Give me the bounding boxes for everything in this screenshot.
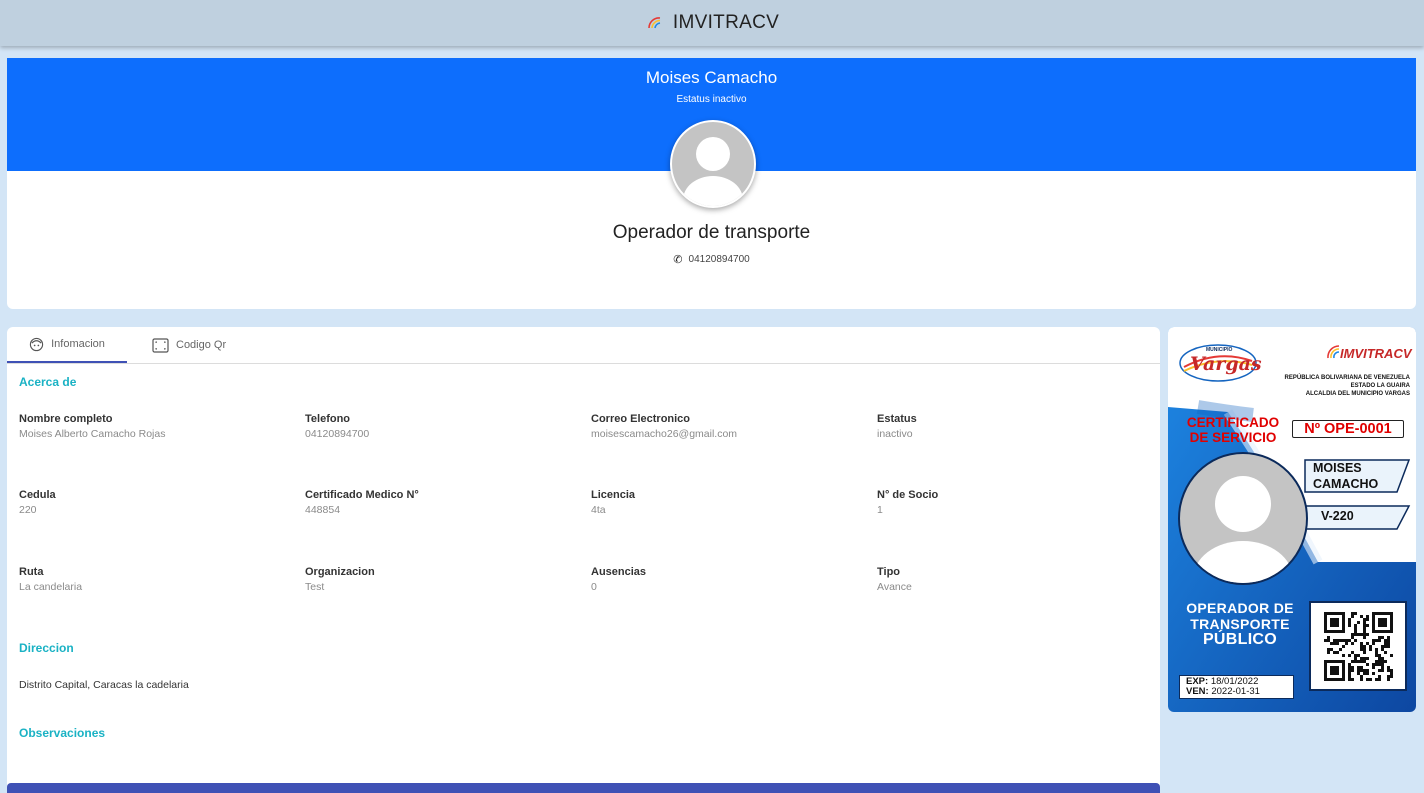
service-certificate-card: MUNICIPIO Vargas IMVITRACV REPÚBLICA BOL… — [1168, 327, 1416, 712]
field-label: Ausencias — [591, 566, 647, 578]
field-value: La candelaria — [19, 581, 83, 593]
card-header-line: ALCALDIA DEL MUNICIPIO VARGAS — [1305, 391, 1410, 397]
field-label: Cedula — [19, 489, 56, 501]
field-nombre-completo: Nombre completo Moises Alberto Camacho R… — [19, 413, 299, 440]
card-role: OPERADOR DE TRANSPORTE PÚBLICO — [1174, 600, 1306, 648]
footer-bar — [7, 783, 1160, 793]
ven-label: VEN: — [1186, 686, 1209, 697]
top-app-bar: IMVITRACV — [0, 0, 1424, 46]
brand-title: IMVITRACV — [672, 12, 780, 33]
section-title-observaciones: Observaciones — [19, 726, 106, 740]
field-label: Tipo — [877, 566, 901, 578]
brand-logo-icon — [645, 16, 663, 30]
tab-codigo-qr[interactable]: Codigo Qr — [152, 327, 242, 363]
field-cedula: Cedula 220 — [19, 489, 299, 516]
profile-phone: 04120894700 — [688, 254, 750, 265]
card-role-line: PÚBLICO — [1202, 631, 1278, 648]
qr-code — [1309, 601, 1407, 691]
field-value: 0 — [591, 581, 597, 593]
card-photo — [1178, 452, 1308, 585]
field-value: 220 — [19, 504, 37, 516]
qr-code-image — [1324, 612, 1393, 681]
tab-informacion[interactable]: Infomacion — [7, 327, 127, 363]
field-label: Estatus — [877, 413, 917, 425]
field-label: Certificado Medico N° — [305, 489, 419, 501]
card-header-line: REPÚBLICA BOLIVARIANA DE VENEZUELA — [1284, 375, 1410, 381]
certificate-title-line: DE SERVICIO — [1189, 430, 1277, 445]
certificate-title-line: CERTIFICADO — [1186, 415, 1280, 430]
phone-icon: ✆ — [673, 254, 683, 266]
field-value: Test — [305, 581, 325, 593]
card-name-line: CAMACHO — [1313, 477, 1379, 491]
field-label: Ruta — [19, 566, 44, 578]
profile-card: Moises Camacho Estatus inactivo Operador… — [7, 58, 1416, 309]
field-ausencias: Ausencias 0 — [591, 566, 871, 593]
qr-scan-icon — [152, 337, 169, 353]
field-label: Correo Electronico — [591, 413, 691, 425]
card-header-line: ESTADO LA GUAIRA — [1350, 383, 1410, 389]
id-ribbon — [1303, 505, 1411, 530]
avatar — [670, 120, 756, 208]
field-estatus: Estatus inactivo — [877, 413, 1157, 440]
field-correo: Correo Electronico moisescamacho26@gmail… — [591, 413, 871, 440]
ven-value: 2022-01-31 — [1211, 686, 1260, 697]
field-label: Licencia — [591, 489, 636, 501]
certificate-number: Nº OPE-0001 — [1292, 420, 1404, 438]
imvitracv-logo-icon — [1326, 345, 1340, 359]
field-value: 448854 — [305, 504, 341, 516]
tab-bar: Infomacion Codigo Qr — [7, 327, 1160, 364]
info-card: Infomacion Codigo Qr Acerca de Nombre co… — [7, 327, 1160, 793]
card-role-line: TRANSPORTE — [1190, 616, 1290, 632]
face-icon — [29, 337, 44, 352]
card-role-line: OPERADOR DE — [1186, 600, 1294, 616]
profile-phone-row: ✆ 04120894700 — [7, 253, 1416, 266]
profile-name: Moises Camacho — [645, 68, 778, 87]
field-licencia: Licencia 4ta — [591, 489, 871, 516]
vargas-logo-text: Vargas — [1190, 353, 1262, 375]
field-value: Avance — [877, 581, 912, 593]
card-id-number: V-220 — [1321, 509, 1354, 523]
section-title-about: Acerca de — [19, 375, 77, 389]
card-header: REPÚBLICA BOLIVARIANA DE VENEZUELA ESTAD… — [1248, 374, 1410, 398]
card-holder-name: MOISES CAMACHO — [1313, 460, 1378, 492]
field-ruta: Ruta La candelaria — [19, 566, 299, 593]
field-value: moisescamacho26@gmail.com — [591, 428, 738, 440]
tab-codigo-qr-label: Codigo Qr — [176, 339, 227, 351]
field-value: 4ta — [591, 504, 606, 516]
field-label: Organizacion — [305, 566, 375, 578]
field-value: Moises Alberto Camacho Rojas — [19, 428, 166, 440]
field-telefono: Telefono 04120894700 — [305, 413, 585, 440]
field-label: N° de Socio — [877, 489, 939, 501]
imvitracv-logo-text: IMVITRACV — [1340, 346, 1412, 361]
field-organizacion: Organizacion Test — [305, 566, 585, 593]
field-tipo: Tipo Avance — [877, 566, 1157, 593]
card-dates: EXP: 18/01/2022 VEN: 2022-01-31 — [1186, 677, 1260, 697]
field-value: 1 — [877, 504, 883, 516]
field-label: Nombre completo — [19, 413, 113, 425]
field-value: inactivo — [877, 428, 913, 440]
field-certificado-medico: Certificado Medico N° 448854 — [305, 489, 585, 516]
field-label: Telefono — [305, 413, 351, 425]
tab-informacion-label: Infomacion — [51, 338, 105, 350]
address-value: Distrito Capital, Caracas la cadelaria — [19, 679, 189, 691]
field-value: 04120894700 — [305, 428, 370, 440]
certificate-title: CERTIFICADO DE SERVICIO — [1180, 415, 1286, 445]
field-socio: N° de Socio 1 — [877, 489, 1157, 516]
section-title-direccion: Direccion — [19, 641, 74, 655]
profile-role: Operador de transporte — [612, 222, 811, 243]
profile-status: Estatus inactivo — [676, 94, 747, 105]
card-name-line: MOISES — [1313, 461, 1362, 475]
